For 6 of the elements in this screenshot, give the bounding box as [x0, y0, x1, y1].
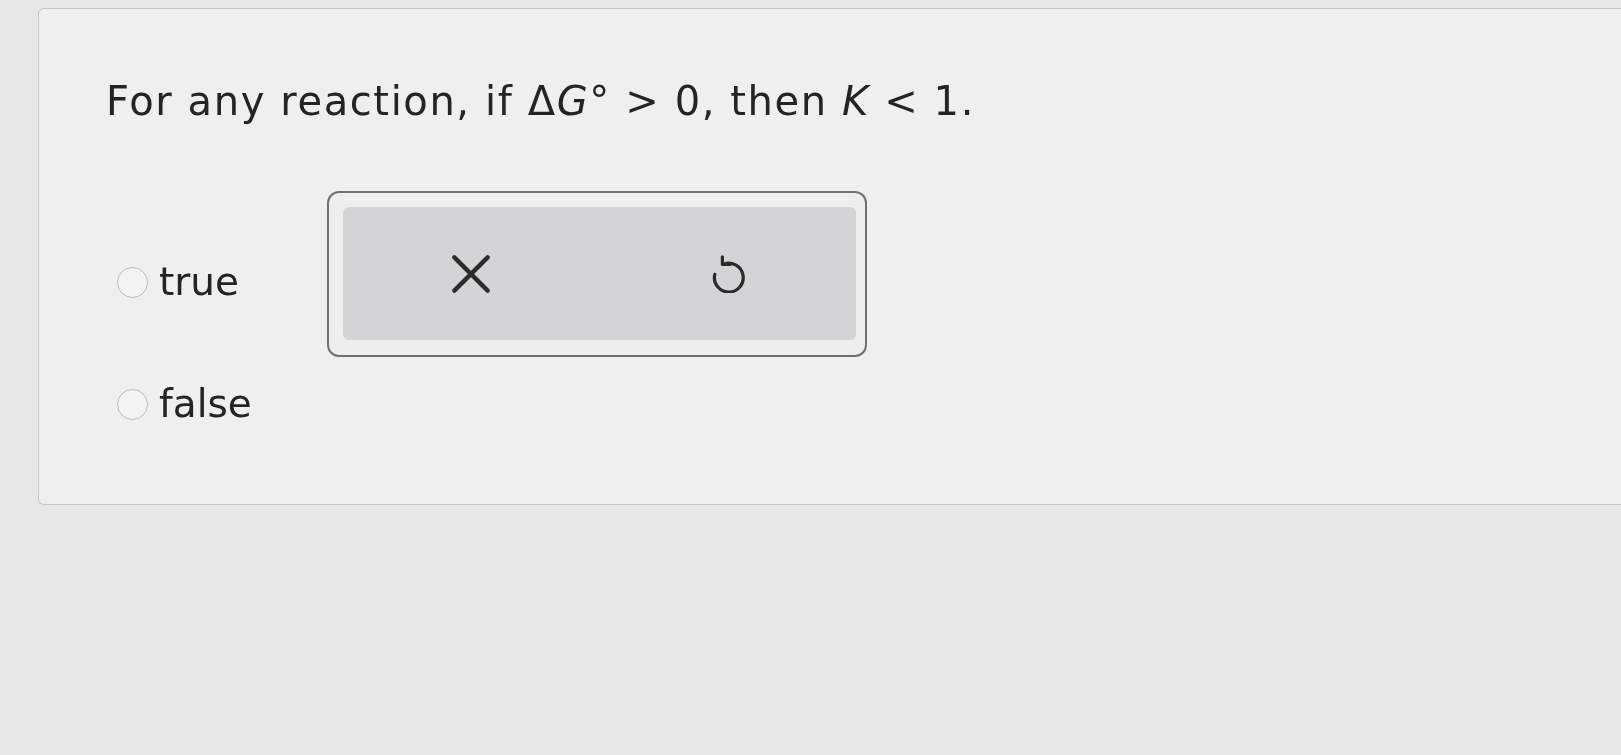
option-label[interactable]: true	[159, 261, 240, 303]
close-icon	[452, 254, 491, 293]
radio-button[interactable]	[117, 388, 148, 420]
radio-button[interactable]	[117, 266, 148, 298]
question-text: For any reaction, if ΔG° > 0, then K < 1.	[106, 77, 975, 125]
option-label[interactable]: false	[159, 383, 252, 425]
